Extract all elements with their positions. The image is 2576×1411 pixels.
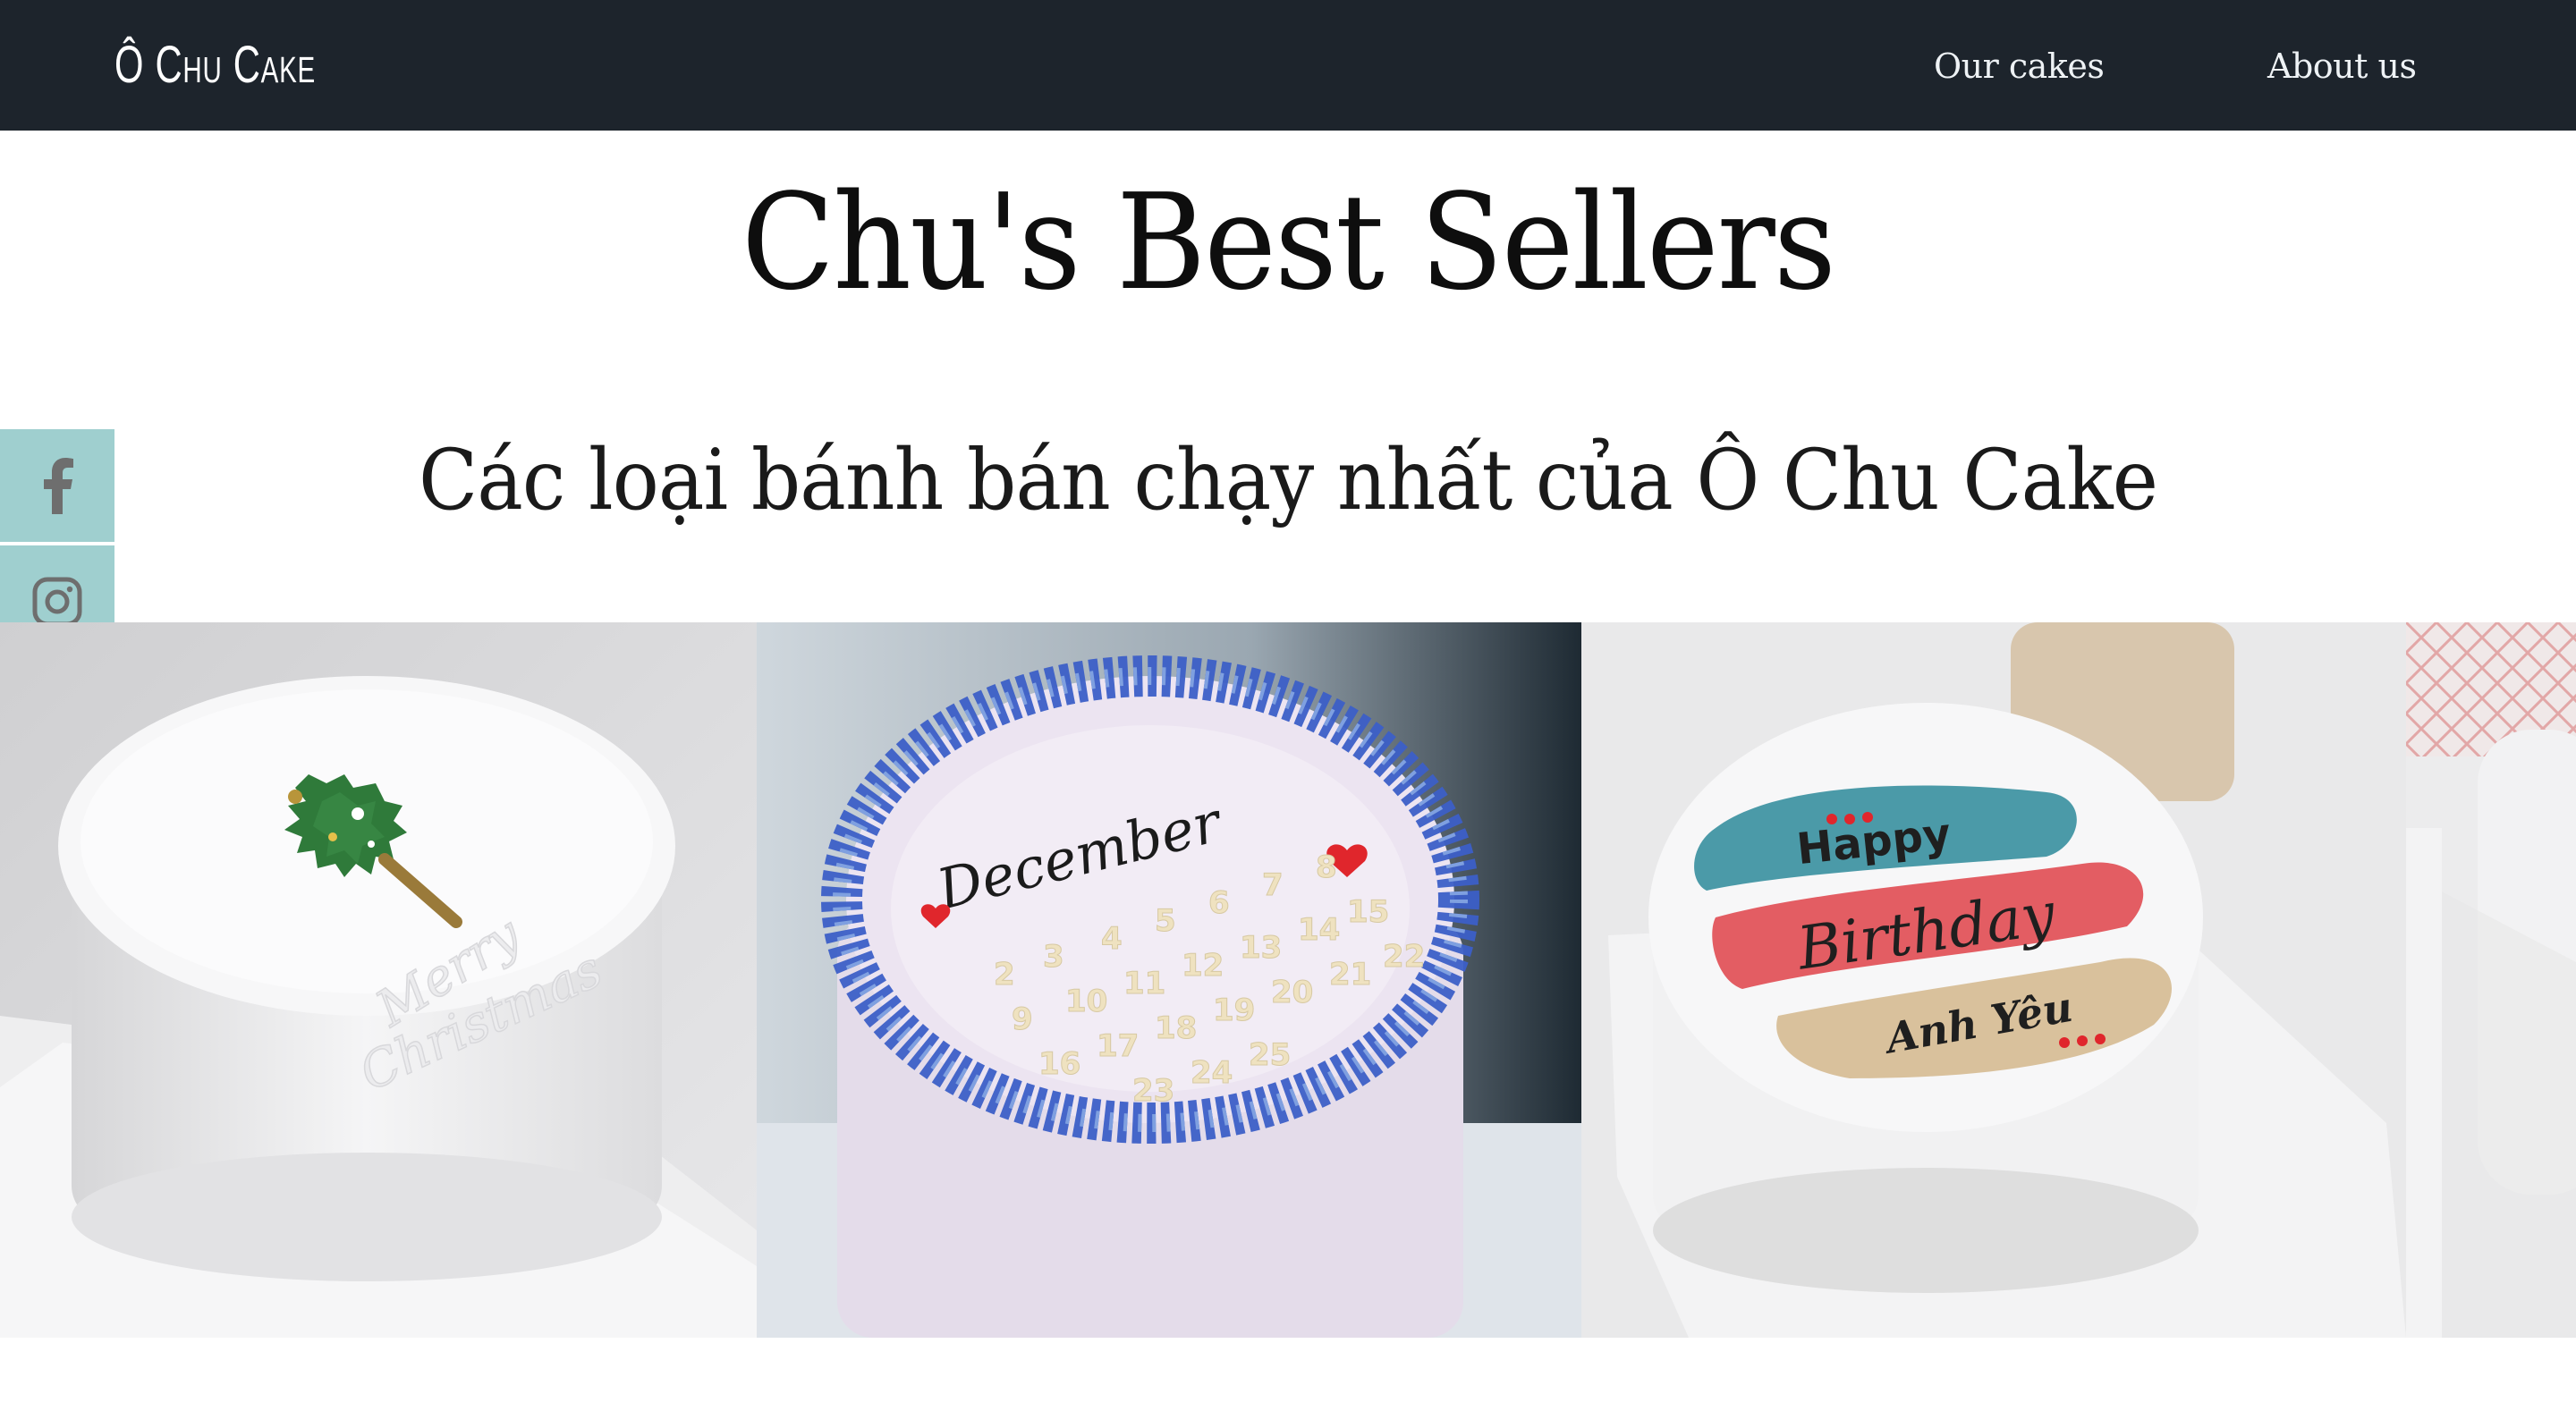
december-cake-image: December 2345678 9 10 11 12 13 14 15 16 17 18 19 2… [757,622,1581,1338]
brand-logo[interactable]: Ô Chu Cake [114,27,316,104]
svg-text:20: 20 [1271,975,1313,1010]
svg-text:19: 19 [1213,993,1255,1028]
svg-text:25: 25 [1249,1037,1291,1073]
svg-text:14: 14 [1298,912,1340,948]
top-navbar: Ô Chu Cake Our cakes About us [0,0,2576,131]
cake-card-december[interactable]: December 2345678 9 10 11 12 13 14 15 16 17 18 19 2… [757,622,1581,1338]
svg-text:4: 4 [1101,921,1123,957]
cake-card-christmas[interactable]: Merry Christmas [0,622,757,1338]
svg-text:12: 12 [1182,948,1224,984]
facebook-icon [44,458,73,514]
svg-text:22: 22 [1383,939,1425,975]
svg-text:23: 23 [1132,1073,1174,1109]
page-title: Chu's Best Sellers [741,165,1836,319]
svg-text:24: 24 [1191,1055,1233,1091]
nav-about-us[interactable]: About us [2267,43,2417,89]
svg-text:10: 10 [1065,984,1107,1019]
svg-text:9: 9 [1012,1001,1033,1037]
cake-card-birthday[interactable]: Happy Birthday Anh Yêu [1581,622,2406,1338]
svg-text:13: 13 [1240,930,1282,966]
facebook-button[interactable] [0,429,114,542]
svg-text:16: 16 [1038,1046,1080,1082]
instagram-icon [32,577,82,627]
svg-text:2: 2 [994,957,1015,993]
svg-text:8: 8 [1316,849,1337,885]
cake-card-partial[interactable] [2406,622,2576,1338]
svg-text:3: 3 [1043,939,1064,975]
svg-text:7: 7 [1262,867,1284,903]
best-sellers-gallery: Merry Christmas December 2 3 4 5 6 7 8 9… [0,622,2576,1338]
svg-text:18: 18 [1155,1010,1197,1046]
svg-text:11: 11 [1123,966,1165,1001]
svg-text:15: 15 [1347,894,1389,930]
svg-text:5: 5 [1155,903,1176,939]
svg-text:6: 6 [1208,885,1230,921]
svg-text:17: 17 [1097,1028,1139,1064]
svg-text:21: 21 [1329,957,1371,993]
partial-cake-image [2406,622,2576,1338]
page-subtitle: Các loại bánh bán chạy nhất của Ô Chu Ca… [419,432,2158,529]
nav-our-cakes[interactable]: Our cakes [1934,43,2105,89]
christmas-cake-image: Merry Christmas [0,622,757,1338]
birthday-cake-image: Happy Birthday Anh Yêu [1581,622,2406,1338]
